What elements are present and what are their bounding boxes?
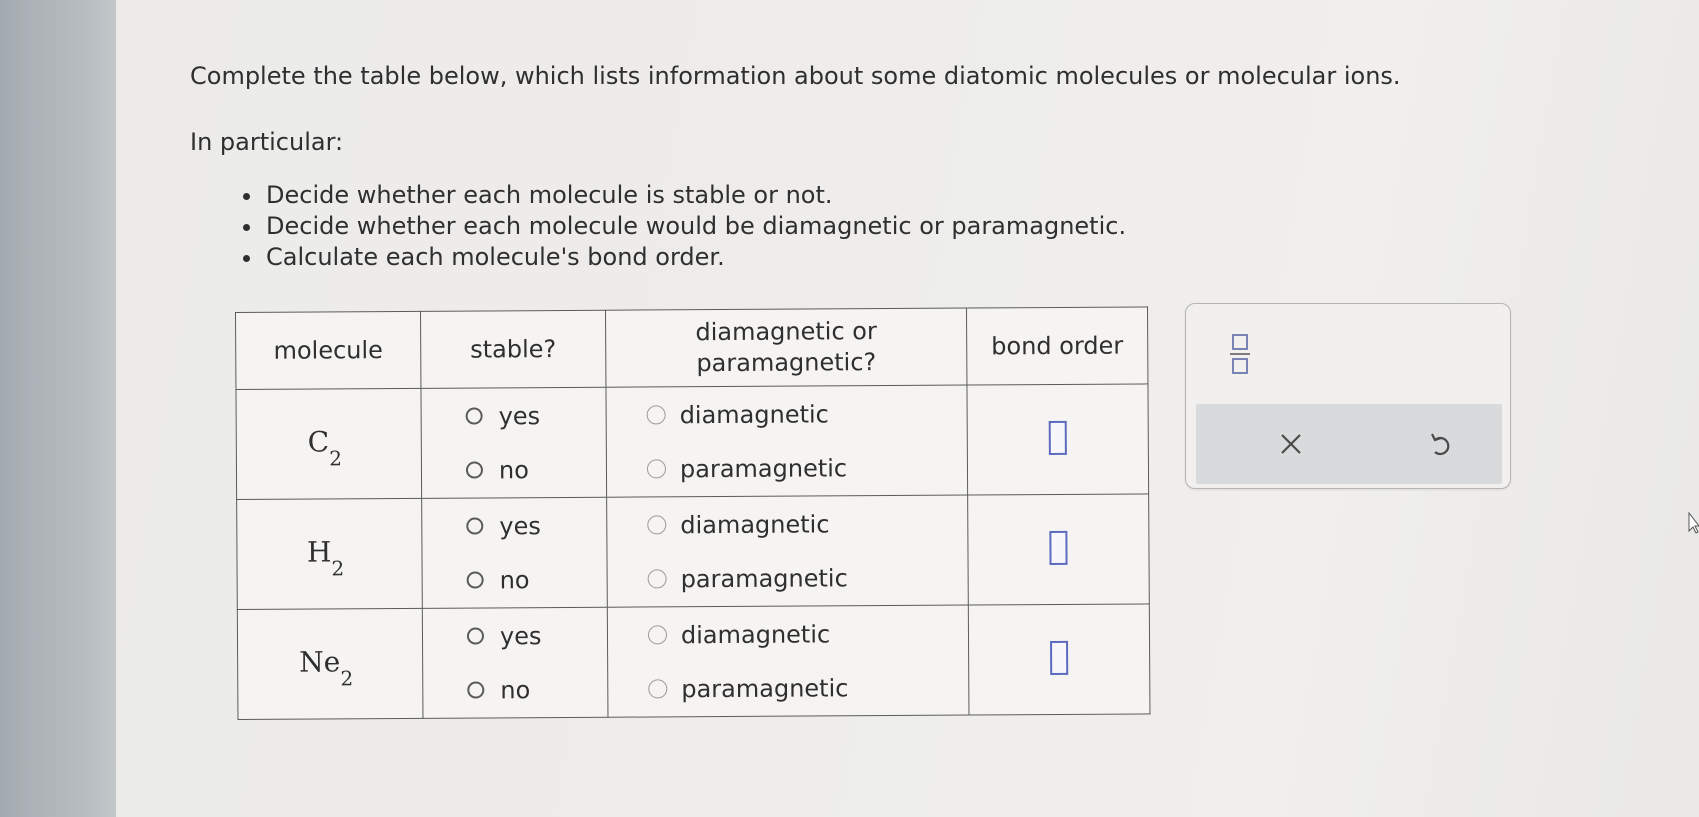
molecule-formula: H2 <box>306 535 352 581</box>
stable-no-option[interactable]: no <box>466 564 607 595</box>
close-icon <box>1281 434 1301 454</box>
molecule-cell: Ne2 <box>237 608 423 720</box>
molecule-formula: Ne2 <box>299 645 361 691</box>
undo-icon <box>1431 433 1450 456</box>
instruction-item: Calculate each molecule's bond order. <box>240 242 1126 273</box>
stable-yes-option[interactable]: yes <box>466 620 607 651</box>
radio-icon[interactable] <box>466 571 484 589</box>
header-molecule: molecule <box>235 311 421 390</box>
formula-symbol: H <box>306 535 332 569</box>
stable-cell: yes no <box>422 607 608 719</box>
option-label: diamagnetic <box>679 399 829 429</box>
paramagnetic-option[interactable]: paramagnetic <box>647 562 968 594</box>
option-label: yes <box>498 401 541 430</box>
clear-button[interactable] <box>1271 424 1311 464</box>
header-magnetism-line2: paramagnetic? <box>696 348 877 378</box>
header-magnetism-line1: diamagnetic or <box>695 317 877 347</box>
magnetism-cell: diamagnetic paramagnetic <box>607 605 969 718</box>
radio-icon[interactable] <box>647 625 668 645</box>
option-label: no <box>499 565 530 594</box>
bond-order-input[interactable] <box>1049 530 1068 565</box>
magnetism-cell: diamagnetic paramagnetic <box>606 495 969 608</box>
stable-yes-option[interactable]: yes <box>465 400 606 431</box>
radio-icon[interactable] <box>467 681 485 699</box>
header-bond-order: bond order <box>966 306 1148 386</box>
instruction-list: Decide whether each molecule is stable o… <box>240 180 1126 273</box>
radio-icon[interactable] <box>646 405 666 425</box>
molecule-cell: C2 <box>235 388 422 500</box>
radio-icon[interactable] <box>648 679 668 699</box>
bond-order-cell <box>968 603 1150 716</box>
undo-button[interactable] <box>1421 424 1461 464</box>
question-intro: In particular: <box>190 128 344 156</box>
option-label: paramagnetic <box>680 563 848 593</box>
radio-icon[interactable] <box>465 461 484 479</box>
formula-subscript: 2 <box>331 556 345 581</box>
stable-radio-group: yes no <box>423 620 608 705</box>
molecule-formula: C2 <box>307 425 350 471</box>
diamagnetic-option[interactable]: diamagnetic <box>646 398 967 430</box>
option-label: paramagnetic <box>679 453 848 483</box>
bond-order-cell <box>966 383 1149 496</box>
molecule-cell: H2 <box>236 498 423 610</box>
diamagnetic-option[interactable]: diamagnetic <box>647 618 968 650</box>
stable-radio-group: yes no <box>422 510 607 595</box>
stable-radio-group: yes no <box>422 400 607 485</box>
bond-order-input[interactable] <box>1050 640 1069 675</box>
fraction-icon[interactable] <box>1230 333 1250 375</box>
radio-icon[interactable] <box>647 515 667 535</box>
magnetism-cell: diamagnetic paramagnetic <box>605 385 968 498</box>
option-label: no <box>498 455 529 484</box>
magnetism-radio-group: diamagnetic paramagnetic <box>607 508 968 594</box>
table-row: Ne2 yes no diamagnetic paramagnetic <box>237 603 1150 720</box>
paramagnetic-option[interactable]: paramagnetic <box>648 672 968 704</box>
paramagnetic-option[interactable]: paramagnetic <box>646 452 967 484</box>
math-tools-panel <box>1185 303 1511 489</box>
option-label: no <box>500 675 531 704</box>
option-label: yes <box>499 621 542 650</box>
radio-icon[interactable] <box>646 459 667 479</box>
magnetism-radio-group: diamagnetic paramagnetic <box>607 398 968 484</box>
formula-subscript: 2 <box>340 666 354 691</box>
radio-icon[interactable] <box>465 407 483 425</box>
stable-yes-option[interactable]: yes <box>466 510 606 541</box>
radio-icon[interactable] <box>466 627 485 645</box>
header-magnetism: diamagnetic or paramagnetic? <box>605 308 967 388</box>
header-stable: stable? <box>420 310 606 389</box>
stable-cell: yes no <box>420 387 607 499</box>
radio-icon[interactable] <box>466 517 484 535</box>
stable-no-option[interactable]: no <box>465 454 606 485</box>
option-label: paramagnetic <box>681 673 849 703</box>
table-header-row: molecule stable? diamagnetic or paramagn… <box>235 306 1148 390</box>
option-label: diamagnetic <box>680 509 830 539</box>
option-label: yes <box>499 511 541 540</box>
formula-symbol: Ne <box>299 645 341 679</box>
bond-order-cell <box>967 493 1150 606</box>
formula-subscript: 2 <box>329 446 343 471</box>
table-row: C2 yes no diamagnetic paramagnetic <box>235 383 1149 500</box>
question-prompt: Complete the table below, which lists in… <box>190 62 1401 90</box>
instruction-item: Decide whether each molecule would be di… <box>240 211 1126 242</box>
bond-order-input[interactable] <box>1048 420 1067 455</box>
molecule-table: molecule stable? diamagnetic or paramagn… <box>235 306 1151 720</box>
formula-symbol: C <box>307 425 330 459</box>
radio-icon[interactable] <box>647 569 667 589</box>
option-label: diamagnetic <box>680 619 831 649</box>
stable-no-option[interactable]: no <box>467 674 607 705</box>
instruction-item: Decide whether each molecule is stable o… <box>240 180 1126 211</box>
screen-bezel <box>0 0 116 817</box>
diamagnetic-option[interactable]: diamagnetic <box>647 508 967 540</box>
tools-action-bar <box>1196 404 1502 484</box>
magnetism-radio-group: diamagnetic paramagnetic <box>608 618 969 704</box>
table-row: H2 yes no diamagnetic paramagnetic <box>236 493 1150 610</box>
stable-cell: yes no <box>421 497 608 609</box>
mouse-cursor-icon <box>1688 512 1699 534</box>
